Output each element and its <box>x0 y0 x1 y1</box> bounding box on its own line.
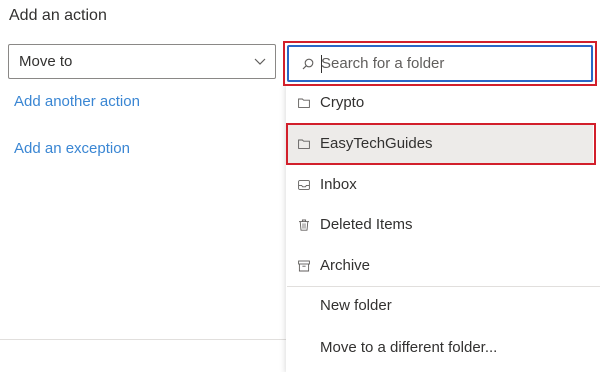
section-heading: Add an action <box>9 7 107 24</box>
action-dropdown-value: Move to <box>19 53 73 70</box>
folder-item-deleted-items[interactable]: Deleted Items <box>287 205 593 245</box>
add-another-action-link[interactable]: Add another action <box>14 93 140 110</box>
folder-item-label: Crypto <box>320 94 365 111</box>
divider <box>287 286 600 287</box>
folder-item-label: Deleted Items <box>320 216 413 233</box>
add-exception-link[interactable]: Add an exception <box>14 140 130 157</box>
new-folder-label: New folder <box>320 297 392 314</box>
move-to-different-folder-label: Move to a different folder... <box>320 339 498 356</box>
search-highlight-box <box>283 41 597 86</box>
archive-icon <box>298 260 310 272</box>
inbox-icon <box>298 180 310 190</box>
new-folder-button[interactable]: New folder <box>287 286 593 326</box>
folder-item-label: Inbox <box>320 176 357 193</box>
folder-item-label: Archive <box>320 257 371 274</box>
chevron-down-icon <box>254 58 266 65</box>
selected-item-highlight-box <box>286 123 596 165</box>
folder-item-crypto[interactable]: Crypto <box>287 83 593 123</box>
folder-icon <box>298 98 310 108</box>
trash-icon <box>299 219 309 231</box>
divider <box>0 339 287 340</box>
move-to-different-folder-button[interactable]: Move to a different folder... <box>287 328 593 368</box>
folder-item-inbox[interactable]: Inbox <box>287 165 593 205</box>
action-dropdown[interactable]: Move to <box>8 44 276 79</box>
folder-item-archive[interactable]: Archive <box>287 246 593 286</box>
